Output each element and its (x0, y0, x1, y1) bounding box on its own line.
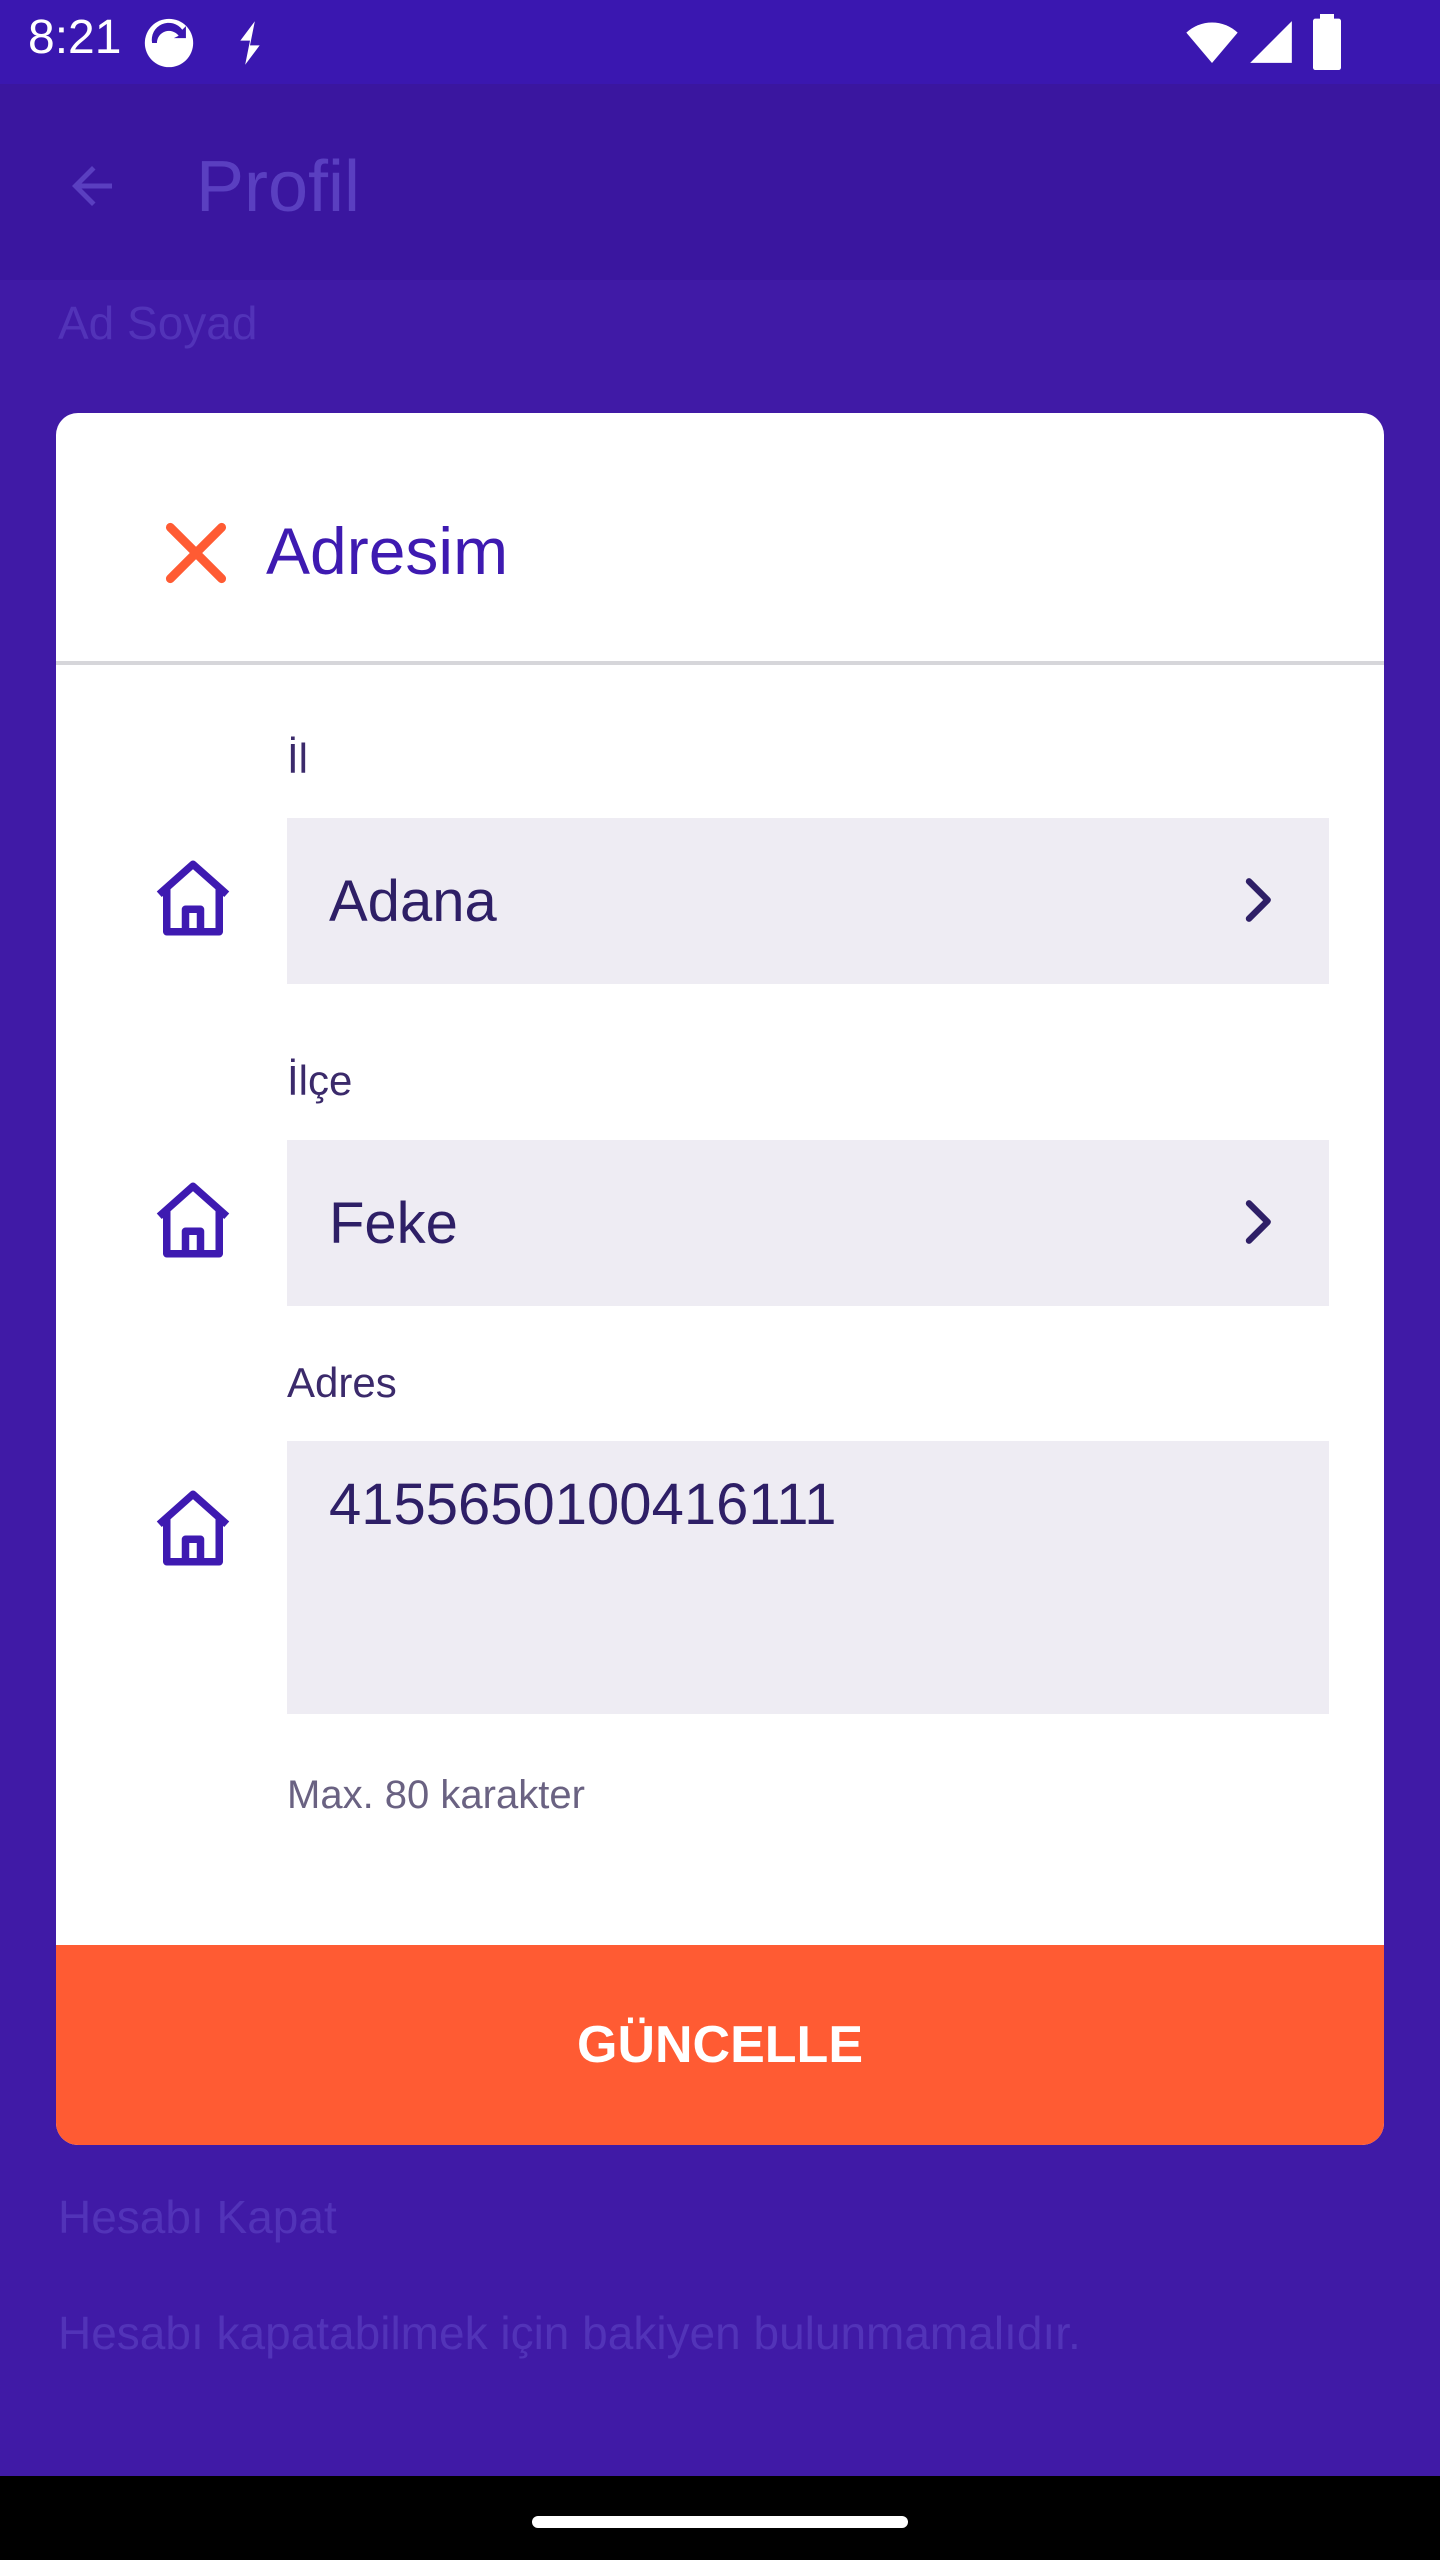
wifi-icon (1186, 22, 1238, 63)
back-arrow-icon[interactable] (62, 156, 122, 216)
status-bar: 8:21 (0, 0, 1440, 84)
address-dialog: Adresim İl Adana İlçe Feke Adres 4155650… (56, 413, 1384, 2145)
battery-icon (1313, 14, 1341, 70)
status-time: 8:21 (28, 11, 122, 64)
chevron-right-icon (1245, 1200, 1271, 1244)
home-icon (156, 860, 230, 936)
update-button-label: GÜNCELLE (577, 2016, 863, 2074)
dialog-title: Adresim (266, 514, 509, 588)
sync-icon (144, 18, 194, 68)
page-title: Profil (196, 147, 361, 227)
dialog-header: Adresim (56, 413, 1384, 661)
home-gesture-handle[interactable] (532, 2516, 908, 2528)
district-select[interactable]: Feke (287, 1140, 1329, 1306)
address-label: Adres (287, 1359, 397, 1406)
close-account-note: Hesabı kapatabilmek için bakiyen bulunma… (58, 2307, 1081, 2359)
name-label: Ad Soyad (58, 297, 258, 349)
district-label: İlçe (287, 1057, 353, 1104)
header-divider (56, 661, 1384, 665)
close-icon[interactable] (152, 509, 240, 597)
province-select[interactable]: Adana (287, 818, 1329, 984)
app-bar: Profil (0, 84, 1440, 280)
district-value: Feke (329, 1191, 458, 1256)
navigation-bar (0, 2476, 1440, 2560)
home-icon (156, 1182, 230, 1258)
data-transfer-icon (240, 21, 260, 65)
home-icon (156, 1490, 230, 1566)
address-input[interactable]: 4155650100416111 (287, 1441, 1329, 1714)
update-button[interactable]: GÜNCELLE (56, 1945, 1384, 2145)
address-value: 4155650100416111 (329, 1472, 837, 1537)
address-helper-text: Max. 80 karakter (287, 1773, 585, 1817)
province-value: Adana (329, 869, 497, 934)
close-account-title[interactable]: Hesabı Kapat (58, 2190, 337, 2244)
signal-icon (1250, 21, 1292, 63)
chevron-right-icon (1245, 878, 1271, 922)
province-label: İl (287, 735, 308, 782)
